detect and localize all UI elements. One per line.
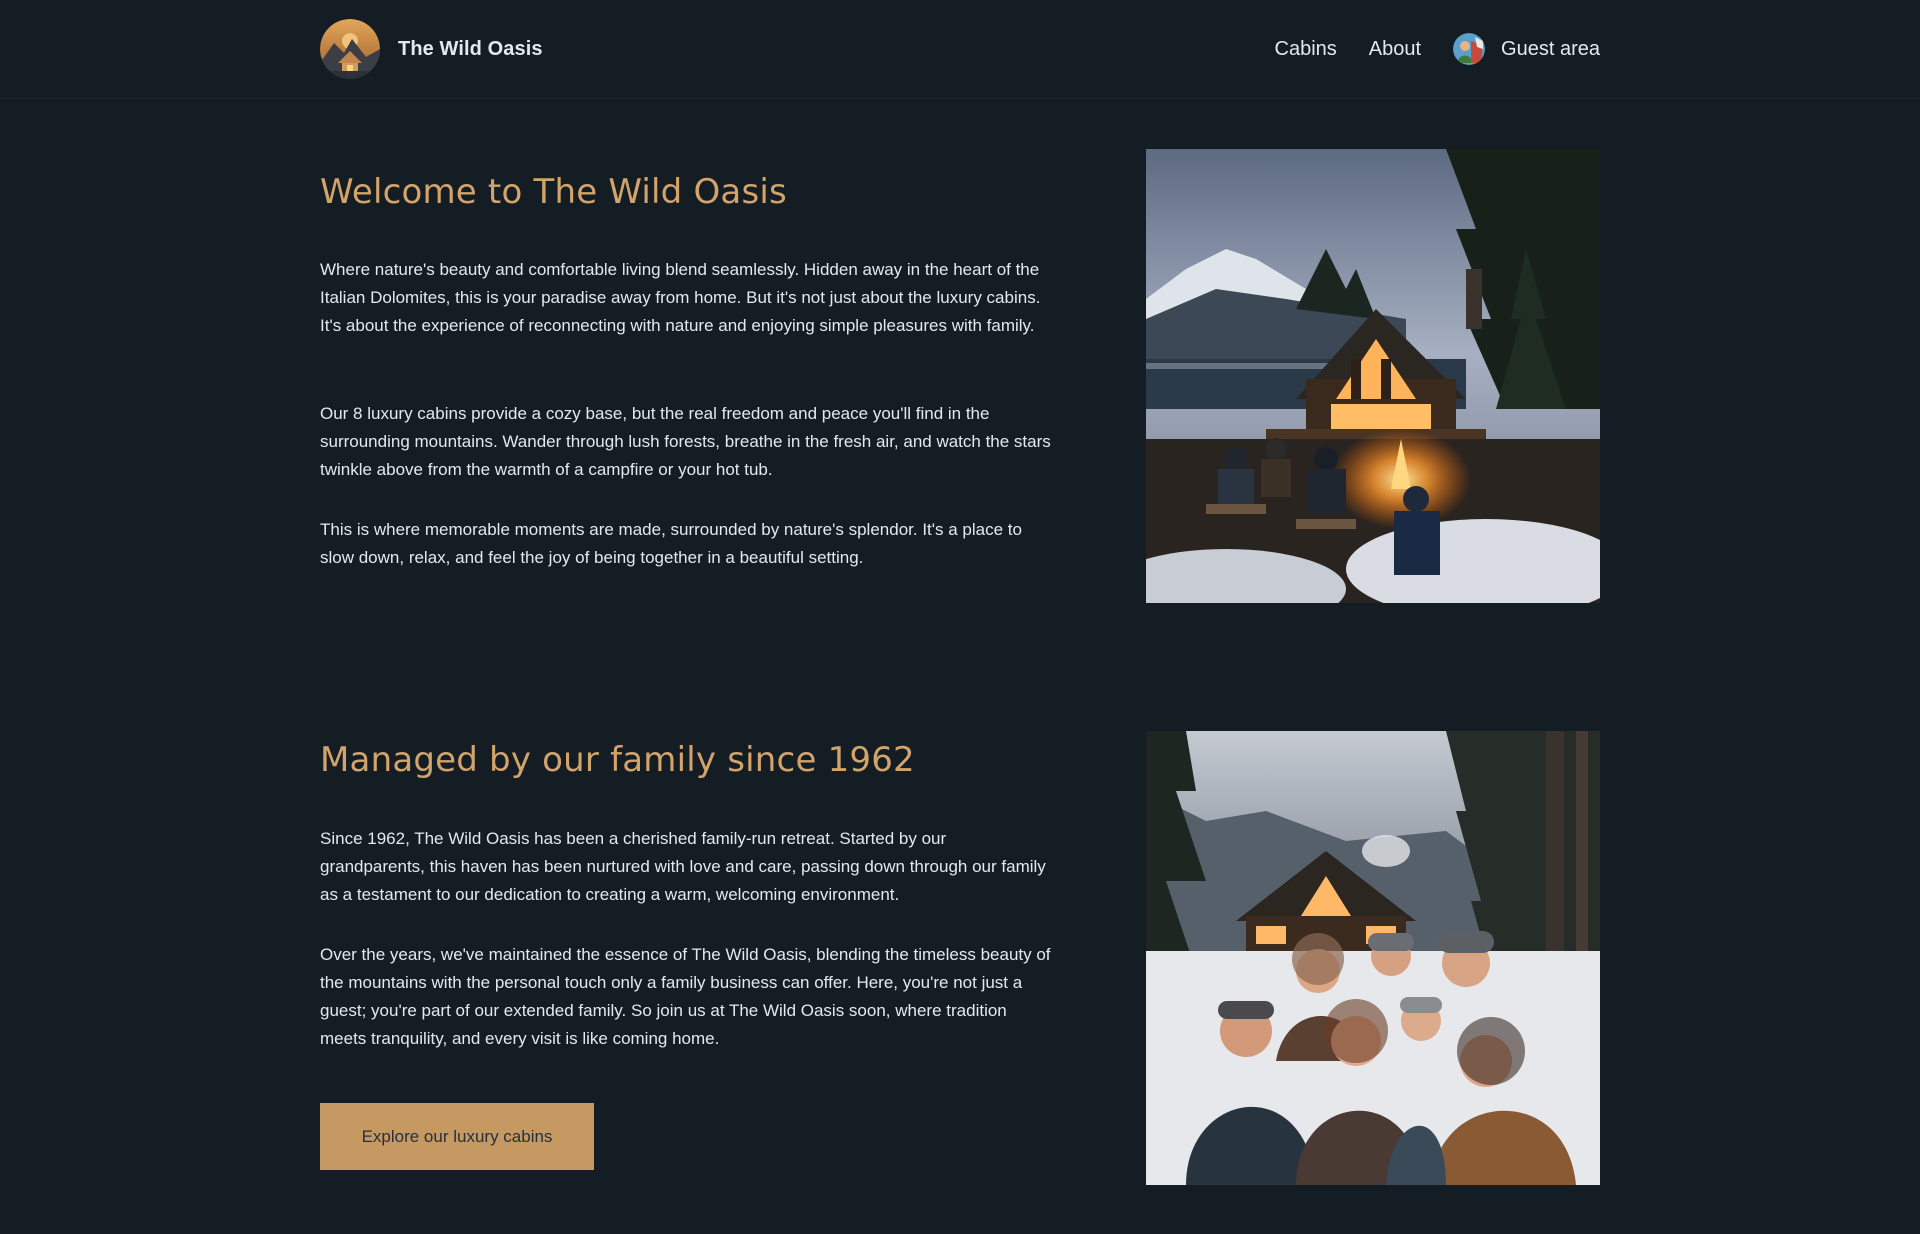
welcome-paragraph-3: This is where memorable moments are made… [320, 520, 1022, 567]
family-group-photo [1146, 731, 1600, 1185]
welcome-paragraph-2: Our 8 luxury cabins provide a cozy base,… [320, 404, 1051, 479]
family-paragraph-2: Over the years, we've maintained the ess… [320, 945, 1051, 1048]
family-paragraph-1: Since 1962, The Wild Oasis has been a ch… [320, 829, 1046, 904]
family-title: Managed by our family since 1962 [320, 740, 915, 780]
family-section: Managed by our family since 1962 Since 1… [320, 620, 1600, 1234]
welcome-paragraph-1: Where nature's beauty and comfortable li… [320, 260, 1041, 335]
cabin-campfire-photo [1146, 149, 1600, 603]
welcome-section: Welcome to The Wild Oasis Where nature's… [320, 0, 1600, 620]
explore-cabins-button[interactable]: Explore our luxury cabins [320, 1103, 594, 1170]
welcome-title: Welcome to The Wild Oasis [320, 172, 787, 212]
